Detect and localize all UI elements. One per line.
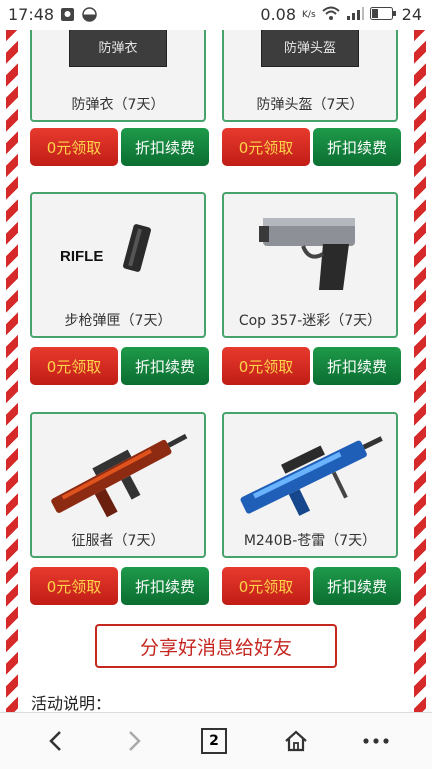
item-image-body-armor: 防弹衣 [32,30,204,74]
back-arrow-icon[interactable] [38,723,74,759]
item-name: Cop 357-迷彩（7天） [238,313,382,329]
claim-button[interactable]: 0元领取 [30,567,118,605]
item-image-label: 防弹头盔 [261,30,359,67]
item-name: 步枪弹匣（7天） [64,313,172,329]
network-speed: 0.08 [260,5,297,24]
item-image-label: 防弹衣 [69,30,167,67]
app-status-icon [82,7,97,22]
renew-button[interactable]: 折扣续费 [313,347,401,385]
pistol-image [259,218,355,290]
claim-button[interactable]: 0元领取 [222,128,310,166]
item-image-helmet: 防弹头盔 [224,30,396,74]
renew-button[interactable]: 折扣续费 [121,128,209,166]
left-stripe-border [6,30,18,712]
renew-button[interactable]: 折扣续费 [313,567,401,605]
item-name: 防弹衣（7天） [71,97,165,113]
claim-button[interactable]: 0元领取 [222,347,310,385]
right-stripe-border [414,30,426,712]
item-card-body-armor[interactable]: 防弹衣 防弹衣（7天） [30,30,206,122]
item-name: 征服者（7天） [71,533,165,549]
notification-icon [60,7,75,22]
claim-button[interactable]: 0元领取 [30,347,118,385]
wifi-icon [321,5,340,24]
network-speed-unit: K/s [302,9,316,20]
forward-arrow-icon[interactable] [116,723,152,759]
claim-button[interactable]: 0元领取 [222,567,310,605]
renew-button[interactable]: 折扣续费 [313,128,401,166]
machine-gun-image [240,436,383,516]
item-card-rifle-magazine[interactable]: RIFLE 步枪弹匣（7天） [30,192,206,338]
item-name: 防弹头盔（7天） [256,97,364,113]
item-image-m240b [224,414,396,524]
rifle-conqueror-image [51,433,188,518]
item-card-m240b[interactable]: M240B-苍雷（7天） [222,412,398,558]
renew-button[interactable]: 折扣续费 [121,567,209,605]
page-content[interactable]: 防弹衣 防弹衣（7天） 防弹头盔 防弹头盔（7天） 0元领取 折扣续费 0元领取… [18,30,414,712]
renew-button[interactable]: 折扣续费 [121,347,209,385]
battery-level: 24 [401,5,422,24]
item-card-conqueror[interactable]: 征服者（7天） [30,412,206,558]
item-image-rifle-magazine: RIFLE [32,194,204,304]
home-icon[interactable] [278,723,314,759]
battery-icon [369,5,396,24]
tab-count: 2 [201,728,227,754]
tabs-button[interactable]: 2 [196,723,232,759]
item-image-cop357 [224,194,396,304]
item-image-conqueror [32,414,204,524]
share-button[interactable]: 分享好消息给好友 [95,624,337,668]
activity-description-label: 活动说明： [31,694,112,712]
rifle-magazine-image: RIFLE [60,224,151,272]
rifle-label: RIFLE [60,248,103,265]
item-card-cop357[interactable]: Cop 357-迷彩（7天） [222,192,398,338]
item-card-helmet[interactable]: 防弹头盔 防弹头盔（7天） [222,30,398,122]
item-name: M240B-苍雷（7天） [243,533,377,549]
signal-icon [346,5,364,24]
browser-nav-bar: 2 [0,712,432,769]
status-bar: 17:48 0.08 K/s 24 [0,0,432,30]
claim-button[interactable]: 0元领取 [30,128,118,166]
status-time: 17:48 [8,5,55,24]
more-icon[interactable] [358,723,394,759]
